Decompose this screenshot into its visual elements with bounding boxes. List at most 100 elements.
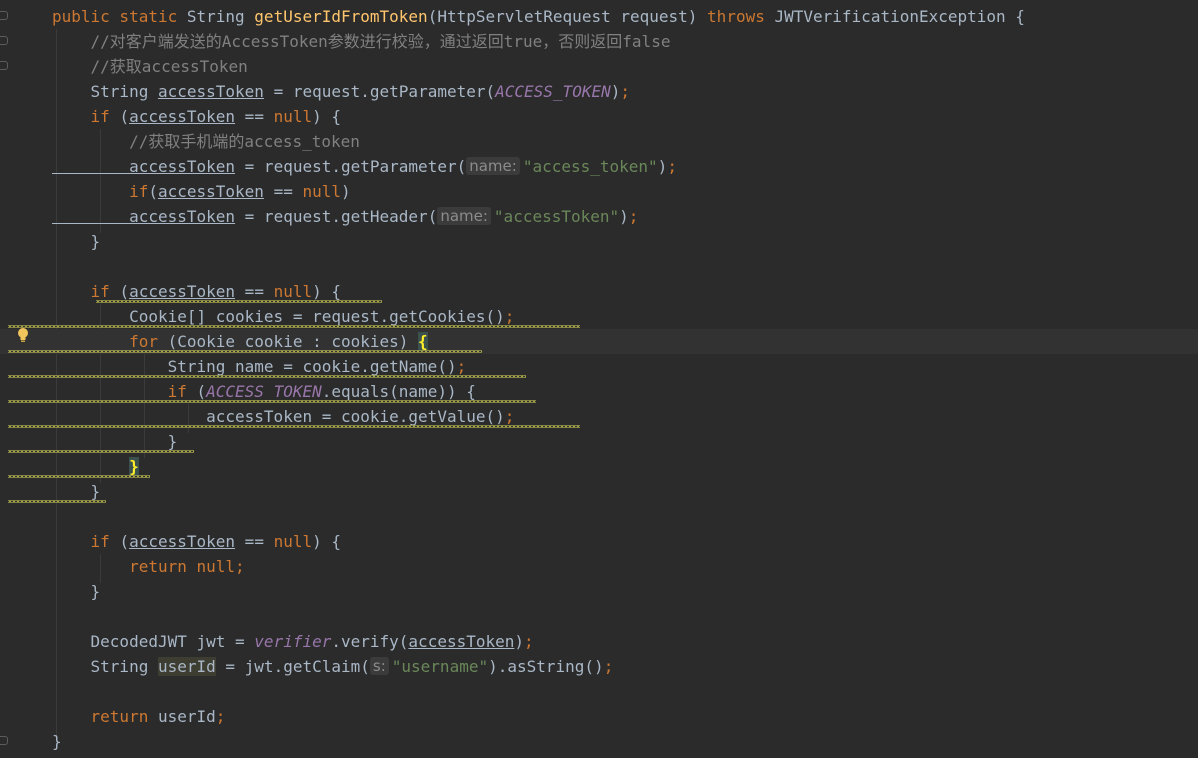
keyword-token: public static [52, 7, 187, 26]
code-line[interactable]: DecodedJWT jwt = verifier.verify(accessT… [0, 629, 1198, 654]
matched-brace: } [129, 457, 139, 476]
lightbulb-icon[interactable] [17, 327, 29, 343]
code-token: Cookie[] cookies = request.getCookies() [52, 307, 505, 326]
code-token: ) { [312, 107, 342, 126]
code-line[interactable] [0, 679, 1198, 704]
keyword-token: ; [603, 657, 614, 676]
code-line-content: } [52, 729, 62, 754]
code-line[interactable]: } [0, 579, 1198, 604]
code-line[interactable]: } [0, 454, 1198, 479]
code-line[interactable]: return userId; [0, 704, 1198, 729]
code-line[interactable]: } [0, 229, 1198, 254]
code-token: ( [196, 382, 207, 401]
code-line[interactable]: accessToken = request.getHeader(name: "ac… [0, 204, 1198, 229]
parameter-hint: s: [369, 657, 389, 675]
code-line[interactable]: return null; [0, 554, 1198, 579]
string-token: "accessToken" [493, 207, 620, 226]
code-line[interactable]: } [0, 729, 1198, 754]
string-token: "access_token" [522, 157, 658, 176]
code-line-content: DecodedJWT jwt = verifier.verify(accessT… [52, 629, 534, 654]
code-line[interactable]: if(accessToken == null) [0, 179, 1198, 204]
code-line-content: if(accessToken == null) [52, 179, 351, 204]
code-token: .verify( [331, 632, 409, 651]
matched-brace: { [418, 332, 428, 351]
warning-underline [8, 500, 106, 503]
parameter-hint: name: [437, 207, 491, 225]
code-line[interactable]: String accessToken = request.getParamete… [0, 79, 1198, 104]
code-line[interactable]: if (accessToken == null) { [0, 529, 1198, 554]
code-line-content: public static String getUserIdFromToken(… [52, 4, 1025, 29]
keyword-token: ; [524, 632, 534, 651]
code-token: = request.getHeader( [235, 207, 438, 226]
code-line-content: //获取手机端的access_token [52, 129, 360, 154]
code-token: ( [119, 107, 130, 126]
code-token: (Cookie cookie : cookies) [167, 332, 419, 351]
code-token: ) [514, 632, 525, 651]
keyword-token: ; [456, 357, 467, 376]
code-token: ) [657, 157, 668, 176]
variable-token: accessToken [129, 282, 236, 301]
keyword-token: if [52, 182, 149, 201]
keyword-token: for [52, 332, 168, 351]
keyword-token: null [273, 532, 313, 551]
code-line-content: //获取accessToken [52, 54, 248, 79]
code-line[interactable]: //获取accessToken [0, 54, 1198, 79]
keyword-token: null [273, 107, 313, 126]
code-line-content: } [52, 579, 101, 604]
code-line-content: } [52, 229, 101, 254]
code-line-content: //对客户端发送的AccessToken参数进行校验，通过返回true，否则返回… [52, 29, 671, 54]
code-token: } [52, 582, 101, 601]
code-line[interactable]: String userId = jwt.getClaim(s: "username… [0, 654, 1198, 679]
code-line-content: accessToken = request.getParameter(name:… [52, 154, 677, 179]
code-editor[interactable]: public static String getUserIdFromToken(… [0, 0, 1198, 758]
code-line-content: if (accessToken == null) { [52, 104, 341, 129]
comment-token: //获取accessToken [52, 57, 248, 76]
string-token: "username" [391, 657, 489, 676]
code-token: String [186, 7, 255, 26]
code-token: } [52, 432, 178, 451]
parameter-hint: name: [466, 157, 520, 175]
keyword-token: ; [620, 82, 630, 101]
code-line[interactable] [0, 504, 1198, 529]
comment-token: //获取手机端的access_token [52, 132, 360, 151]
code-line[interactable]: } [0, 479, 1198, 504]
code-token: == [235, 107, 274, 126]
code-token: accessToken = cookie.getValue() [52, 407, 505, 426]
keyword-token: ; [667, 157, 677, 176]
code-token: } [52, 232, 101, 251]
keyword-token: throws [707, 7, 775, 26]
code-token: String [52, 657, 158, 676]
code-token: } [52, 482, 101, 501]
code-line-content: String accessToken = request.getParamete… [52, 79, 630, 104]
code-line[interactable]: //对客户端发送的AccessToken参数进行校验，通过返回true，否则返回… [0, 29, 1198, 54]
code-token: JWTVerificationException { [774, 7, 1025, 26]
code-line[interactable]: //获取手机端的access_token [0, 129, 1198, 154]
warning-underline [96, 300, 382, 303]
code-line[interactable] [0, 254, 1198, 279]
code-token: ).asString() [488, 657, 604, 676]
code-line[interactable]: if (accessToken == null) { [0, 104, 1198, 129]
code-line[interactable] [0, 604, 1198, 629]
code-token: ( [119, 282, 130, 301]
code-token: userId [157, 707, 216, 726]
code-line[interactable]: accessToken = request.getParameter(name:… [0, 154, 1198, 179]
keyword-token: if [52, 532, 120, 551]
code-token: = request.getParameter( [235, 157, 467, 176]
warning-underline [8, 450, 194, 453]
variable-token: accessToken [52, 207, 236, 226]
warning-underline [8, 425, 580, 428]
keyword-token: if [52, 107, 120, 126]
keyword-token: ; [504, 407, 515, 426]
code-token: ( [148, 182, 158, 201]
code-token: = request.getParameter( [263, 82, 496, 101]
variable-token: accessToken [129, 532, 236, 551]
code-line[interactable]: public static String getUserIdFromToken(… [0, 4, 1198, 29]
code-token: ) { [312, 532, 342, 551]
warning-underline [8, 475, 150, 478]
code-token: DecodedJWT jwt = [52, 632, 255, 651]
variable-token: accessToken [408, 632, 515, 651]
warning-underline [8, 400, 536, 403]
keyword-token: if [52, 382, 197, 401]
static-field-token: ACCESS_TOKEN [206, 382, 322, 401]
